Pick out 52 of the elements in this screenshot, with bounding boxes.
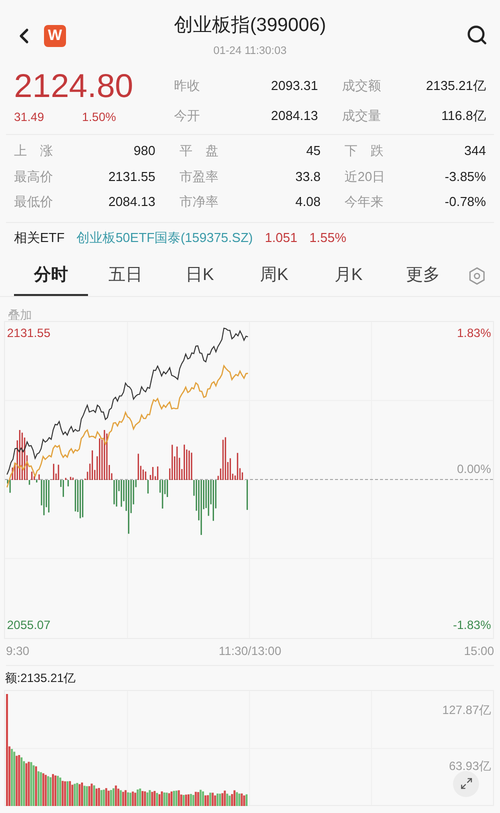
stat-label: 近20日 xyxy=(344,168,386,186)
stat-value: -3.85% xyxy=(444,168,486,186)
stat-label: 平 盘 xyxy=(179,142,218,160)
stat-label: 成交额 xyxy=(342,77,381,95)
etf-change: 1.55% xyxy=(309,228,346,247)
price-low-label: 2055.07 xyxy=(7,616,50,634)
chart-tab[interactable]: 五日 xyxy=(88,256,163,296)
stat-value: 4.08 xyxy=(295,193,321,211)
stat-value: 116.8亿 xyxy=(441,107,486,125)
stat-label: 上 涨 xyxy=(14,142,53,160)
turnover-mid-label: 63.93亿 xyxy=(448,758,491,774)
stat-value: 2131.55 xyxy=(108,168,156,186)
related-etf-label: 相关ETF xyxy=(14,228,65,247)
time-label: 11:30/13:00 xyxy=(218,642,282,660)
stat-label: 今年来 xyxy=(344,193,384,211)
stat-value: 344 xyxy=(464,142,486,160)
stat-label: 下 跌 xyxy=(344,142,384,160)
chart-tab[interactable]: 分时 xyxy=(14,256,88,296)
page-title: 创业板指(399006) xyxy=(174,14,326,38)
stat-label: 最低价 xyxy=(14,193,53,211)
price-change-percent: 1.50% xyxy=(82,109,116,126)
stat-value: 2084.13 xyxy=(108,193,156,211)
stat-label: 最高价 xyxy=(14,168,53,186)
percent-high-label: 1.83% xyxy=(456,324,491,342)
stat-label: 市盈率 xyxy=(179,168,218,186)
stat-label: 昨收 xyxy=(174,77,200,95)
stat-value: -0.78% xyxy=(444,193,486,211)
turnover-label: 额:2135.21亿 xyxy=(5,670,76,686)
stat-value: 2135.21亿 xyxy=(426,77,486,95)
stat-value: 45 xyxy=(306,142,321,160)
percent-low-label: -1.83% xyxy=(452,616,491,634)
turnover-max-label: 127.87亿 xyxy=(442,702,491,718)
time-label: 9:30 xyxy=(6,642,30,660)
stat-label: 成交量 xyxy=(342,107,381,125)
chart-tab[interactable]: 周K xyxy=(236,256,312,296)
stat-value: 2084.13 xyxy=(271,107,318,125)
price-high-label: 2131.55 xyxy=(7,324,50,342)
chart-tab[interactable]: 更多 xyxy=(386,256,460,296)
percent-zero-label: 0.00% xyxy=(456,460,491,478)
stat-value: 33.8 xyxy=(295,168,321,186)
stat-label: 今开 xyxy=(174,107,200,125)
stat-value: 980 xyxy=(134,142,156,160)
stat-value: 2093.31 xyxy=(271,77,318,95)
price-change: 31.49 xyxy=(14,109,44,126)
etf-price: 1.051 xyxy=(264,228,298,247)
current-price: 2124.80 xyxy=(14,68,134,104)
app-logo: W xyxy=(44,25,66,47)
update-time: 01-24 11:30:03 xyxy=(213,44,287,58)
time-label: 15:00 xyxy=(464,642,494,660)
chart-tab[interactable]: 日K xyxy=(162,256,237,296)
stat-label: 市净率 xyxy=(179,193,218,211)
chart-tab[interactable]: 月K xyxy=(311,256,386,296)
